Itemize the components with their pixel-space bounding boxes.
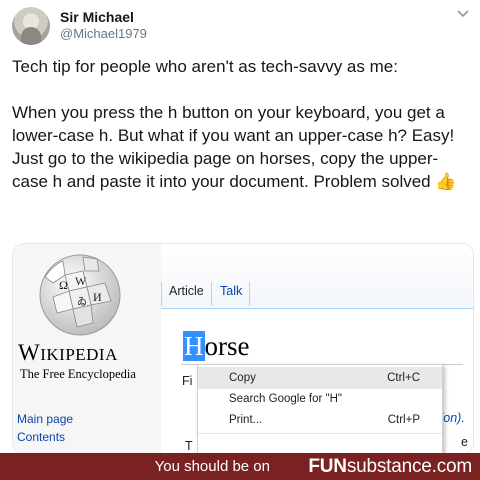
selected-letter[interactable]: H — [183, 331, 205, 361]
thumbs-up-icon: 👍 — [435, 172, 457, 191]
tab-talk[interactable]: Talk — [220, 284, 242, 298]
wikipedia-sidebar: Ω W И ゐ WIKIPEDIA The Free Encyclopedia … — [13, 244, 161, 454]
text-fragment-bottom: T — [185, 439, 193, 453]
tweet-line-2-text: When you press the h button on your keyb… — [12, 103, 455, 191]
context-copy[interactable]: Copy Ctrl+C — [198, 367, 442, 389]
text-fragment-left: Fi — [182, 374, 193, 388]
globe-glyph-omega: Ω — [59, 278, 68, 292]
chevron-down-icon[interactable] — [456, 8, 470, 22]
context-search-google[interactable]: Search Google for "H" — [198, 388, 442, 410]
wikipedia-globe-logo: Ω W И ゐ — [39, 254, 121, 336]
nav-contents-link[interactable]: Contents — [17, 430, 65, 444]
embedded-screenshot[interactable]: Ω W И ゐ WIKIPEDIA The Free Encyclopedia … — [12, 243, 474, 455]
author-name[interactable]: Sir Michael — [60, 9, 134, 25]
footer-text: You should be on — [154, 458, 270, 475]
tweet-line-1: Tech tip for people who aren't as tech-s… — [12, 57, 398, 76]
globe-glyph-wi: ゐ — [77, 296, 87, 308]
page-title: Horse — [183, 331, 250, 361]
author-handle[interactable]: @Michael1979 — [60, 26, 147, 41]
text-fragment-bottom-right: e — [461, 435, 468, 449]
footer-brand[interactable]: FUNsubstance.com — [308, 456, 472, 478]
tweet-line-2: When you press the h button on your keyb… — [12, 101, 470, 193]
context-print[interactable]: Print... Ctrl+P — [198, 409, 442, 431]
footer-banner[interactable]: You should be on FUNsubstance.com — [0, 453, 480, 480]
context-menu: Copy Ctrl+C Search Google for "H" Print.… — [197, 364, 443, 454]
tabs-strip — [161, 244, 473, 309]
wikipedia-wordmark: WIKIPEDIA — [18, 340, 118, 365]
globe-glyph-i: И — [93, 290, 102, 304]
wikipedia-tagline: The Free Encyclopedia — [20, 367, 136, 381]
avatar[interactable] — [12, 7, 50, 45]
globe-glyph-w: W — [75, 274, 87, 288]
nav-main-page-link[interactable]: Main page — [17, 412, 73, 426]
tweet-text: Tech tip for people who aren't as tech-s… — [12, 55, 470, 193]
tab-article[interactable]: Article — [169, 284, 204, 298]
